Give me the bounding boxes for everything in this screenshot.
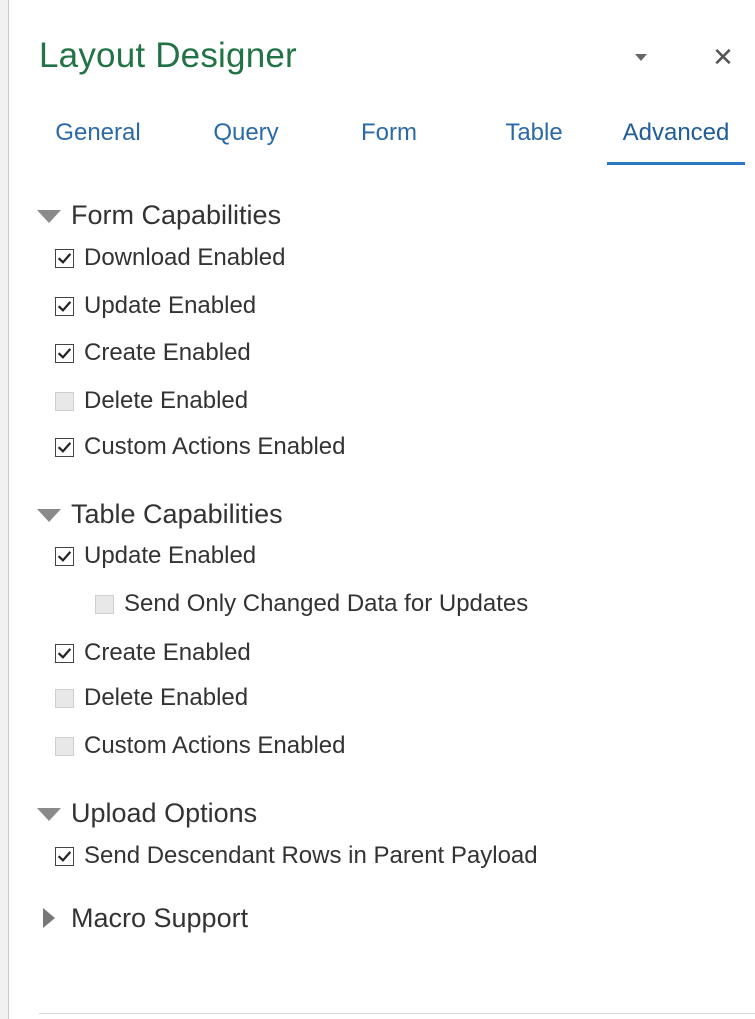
layout-designer-pane: Layout Designer ✕ General Query Form Tab… bbox=[8, 0, 755, 1019]
checkbox-form-delete-enabled[interactable]: Delete Enabled bbox=[55, 385, 248, 417]
checkbox-send-descendant-rows[interactable]: Send Descendant Rows in Parent Payload bbox=[55, 840, 538, 872]
checkbox-unchecked-icon bbox=[55, 688, 74, 708]
checkbox-form-update-enabled[interactable]: Update Enabled bbox=[55, 290, 256, 322]
divider bbox=[39, 1013, 755, 1014]
section-macro-support[interactable]: Macro Support bbox=[37, 900, 248, 936]
close-icon: ✕ bbox=[712, 41, 734, 72]
checkbox-table-send-only-changed-data[interactable]: Send Only Changed Data for Updates bbox=[95, 588, 528, 620]
checkbox-label: Download Enabled bbox=[84, 244, 286, 271]
checkbox-checked-icon bbox=[55, 546, 74, 566]
checkbox-unchecked-icon bbox=[55, 391, 74, 411]
pane-options-button[interactable] bbox=[624, 40, 658, 74]
checkbox-label: Create Enabled bbox=[84, 339, 251, 366]
section-title: Macro Support bbox=[71, 902, 249, 933]
checkbox-checked-icon bbox=[55, 437, 74, 457]
tab-general[interactable]: General bbox=[49, 110, 147, 162]
checkbox-checked-icon bbox=[55, 343, 74, 363]
close-button[interactable]: ✕ bbox=[706, 40, 740, 74]
checkbox-form-download-enabled[interactable]: Download Enabled bbox=[55, 242, 285, 274]
checkbox-label: Custom Actions Enabled bbox=[84, 732, 346, 759]
checkbox-label: Update Enabled bbox=[84, 542, 257, 569]
tab-form[interactable]: Form bbox=[354, 110, 424, 162]
checkbox-checked-icon bbox=[55, 846, 74, 866]
section-upload-options[interactable]: Upload Options bbox=[37, 795, 257, 831]
checkbox-label: Create Enabled bbox=[84, 639, 251, 666]
checkbox-table-delete-enabled[interactable]: Delete Enabled bbox=[55, 682, 248, 714]
tab-table[interactable]: Table bbox=[499, 110, 569, 162]
checkbox-label: Send Descendant Rows in Parent Payload bbox=[84, 842, 538, 869]
checkbox-label: Update Enabled bbox=[84, 292, 257, 319]
section-title: Form Capabilities bbox=[71, 199, 282, 230]
checkbox-unchecked-icon bbox=[55, 736, 74, 756]
checkbox-checked-icon bbox=[55, 296, 74, 316]
section-form-capabilities[interactable]: Form Capabilities bbox=[37, 197, 281, 233]
checkbox-form-create-enabled[interactable]: Create Enabled bbox=[55, 337, 251, 369]
checkbox-label: Send Only Changed Data for Updates bbox=[124, 590, 529, 617]
pane-title: Layout Designer bbox=[39, 36, 297, 75]
checkbox-label: Delete Enabled bbox=[84, 684, 249, 711]
expanded-triangle-icon bbox=[37, 807, 61, 821]
tab-query[interactable]: Query bbox=[206, 110, 286, 162]
checkbox-label: Custom Actions Enabled bbox=[84, 433, 346, 460]
expanded-triangle-icon bbox=[37, 508, 61, 522]
checkbox-form-custom-actions-enabled[interactable]: Custom Actions Enabled bbox=[55, 431, 345, 463]
checkbox-checked-icon bbox=[55, 248, 74, 268]
tab-bar: General Query Form Table Advanced bbox=[9, 110, 755, 166]
section-title: Table Capabilities bbox=[71, 498, 283, 529]
checkbox-table-custom-actions-enabled[interactable]: Custom Actions Enabled bbox=[55, 730, 345, 762]
checkbox-label: Delete Enabled bbox=[84, 387, 249, 414]
checkbox-table-create-enabled[interactable]: Create Enabled bbox=[55, 637, 251, 669]
collapsed-triangle-icon bbox=[43, 908, 55, 928]
checkbox-checked-icon bbox=[55, 643, 74, 663]
expanded-triangle-icon bbox=[37, 209, 61, 223]
chevron-down-icon bbox=[635, 53, 647, 61]
section-table-capabilities[interactable]: Table Capabilities bbox=[37, 496, 283, 532]
checkbox-table-update-enabled[interactable]: Update Enabled bbox=[55, 540, 256, 572]
tab-advanced[interactable]: Advanced bbox=[607, 110, 745, 165]
section-title: Upload Options bbox=[71, 797, 258, 828]
checkbox-unchecked-icon bbox=[95, 594, 114, 614]
